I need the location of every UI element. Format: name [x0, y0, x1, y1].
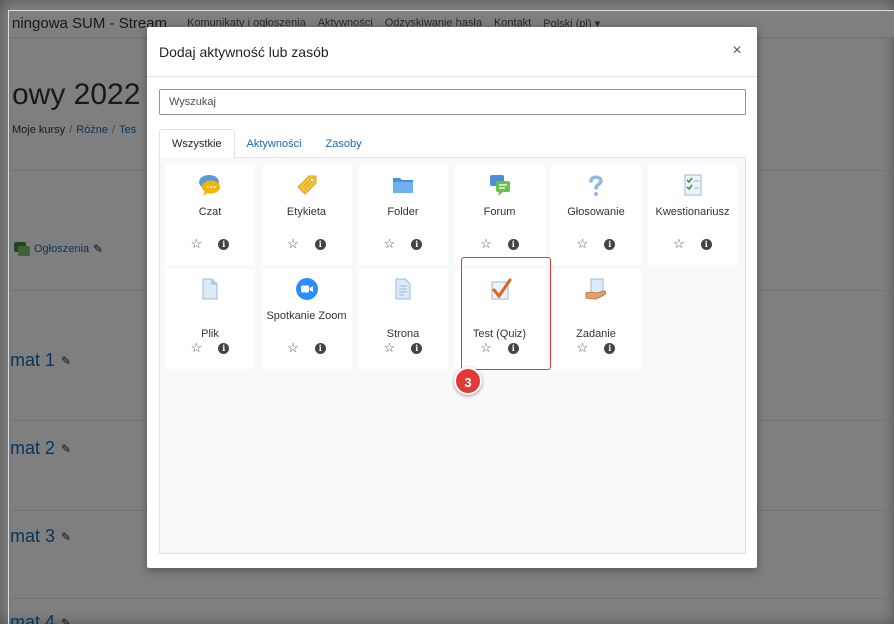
dialog-title: Dodaj aktywność lub zasób	[159, 43, 329, 60]
activity-card-quiz[interactable]: Test (Quiz) ☆ i	[454, 269, 545, 369]
quiz-icon	[491, 278, 511, 300]
activity-card-folder[interactable]: Folder ☆ i	[358, 165, 448, 265]
file-icon	[202, 278, 218, 300]
info-icon[interactable]: i	[604, 239, 616, 250]
activity-card-label[interactable]: Etykieta ☆ i	[261, 165, 352, 265]
step-number-badge: 3	[454, 367, 482, 395]
activity-card-questionnaire[interactable]: Kwestionariusz ☆ i	[647, 165, 738, 265]
star-icon[interactable]: ☆	[480, 237, 492, 251]
star-icon[interactable]: ☆	[577, 341, 589, 355]
activity-card-forum[interactable]: Forum ☆ i	[454, 165, 545, 265]
page-icon	[395, 278, 411, 300]
activity-name: Głosowanie	[567, 206, 625, 218]
star-icon[interactable]: ☆	[577, 237, 589, 251]
activity-name: Etykieta	[286, 206, 327, 218]
activity-name: Plik	[201, 328, 219, 340]
page-frame: ningowa SUM - Stream Komunikaty i ogłosz…	[0, 0, 894, 624]
add-activity-dialog: Dodaj aktywność lub zasób × Wszystkie Ak…	[147, 27, 757, 568]
star-icon[interactable]: ☆	[384, 341, 396, 355]
info-icon[interactable]: i	[314, 239, 326, 250]
info-icon[interactable]: i	[604, 343, 616, 354]
activity-card-file[interactable]: Plik ☆ i	[165, 269, 255, 369]
star-icon[interactable]: ☆	[384, 237, 396, 251]
activity-card-zoom[interactable]: Spotkanie Zoom ☆ i	[261, 269, 352, 369]
info-icon[interactable]: i	[218, 343, 230, 354]
questionnaire-icon	[684, 174, 701, 196]
activity-name: Forum	[483, 206, 516, 218]
info-icon[interactable]: i	[411, 239, 423, 250]
activity-name: Folder	[387, 206, 419, 218]
assignment-icon	[585, 278, 606, 300]
dialog-header: Dodaj aktywność lub zasób ×	[147, 27, 757, 77]
tab-resources[interactable]: Zasoby	[314, 129, 374, 158]
activity-card-chat[interactable]: Czat ☆ i	[165, 165, 255, 265]
folder-icon	[393, 178, 413, 193]
activity-name: Spotkanie Zoom	[266, 310, 347, 322]
info-icon[interactable]: i	[507, 239, 519, 250]
info-icon[interactable]: i	[411, 343, 423, 354]
forum-icon	[489, 175, 510, 196]
activity-card-choice[interactable]: Głosowanie ☆ i	[551, 165, 641, 265]
star-icon[interactable]: ☆	[287, 237, 299, 251]
activity-card-page[interactable]: Strona ☆ i	[358, 269, 448, 369]
activity-chooser-panel: Czat ☆ i Etykieta ☆ i Folder ☆ i Forum ☆…	[159, 157, 746, 554]
star-icon[interactable]: ☆	[191, 341, 203, 355]
chat-icon	[199, 175, 220, 196]
activity-card-assignment[interactable]: Zadanie ☆ i	[551, 269, 641, 369]
label-icon	[296, 175, 316, 195]
star-icon[interactable]: ☆	[480, 341, 492, 355]
star-icon[interactable]: ☆	[673, 237, 685, 251]
activity-name: Test (Quiz)	[472, 328, 527, 340]
close-button[interactable]: ×	[729, 43, 745, 59]
zoom-icon	[295, 278, 318, 300]
star-icon[interactable]: ☆	[287, 341, 299, 355]
star-icon[interactable]: ☆	[191, 237, 203, 251]
tab-all[interactable]: Wszystkie	[159, 129, 235, 158]
tab-activities[interactable]: Aktywności	[235, 129, 314, 158]
activity-name: Czat	[198, 206, 222, 218]
tab-bar: Wszystkie Aktywności Zasoby	[159, 128, 746, 158]
search-input[interactable]	[159, 89, 746, 115]
activity-name: Kwestionariusz	[655, 206, 730, 218]
info-icon[interactable]: i	[314, 343, 326, 354]
info-icon[interactable]: i	[700, 239, 712, 250]
info-icon[interactable]: i	[507, 343, 519, 354]
info-icon[interactable]: i	[218, 239, 230, 250]
activity-name: Zadanie	[576, 328, 616, 340]
activity-name: Strona	[386, 328, 420, 340]
activity-grid: Czat ☆ i Etykieta ☆ i Folder ☆ i Forum ☆…	[165, 165, 745, 369]
question-icon	[589, 175, 603, 196]
